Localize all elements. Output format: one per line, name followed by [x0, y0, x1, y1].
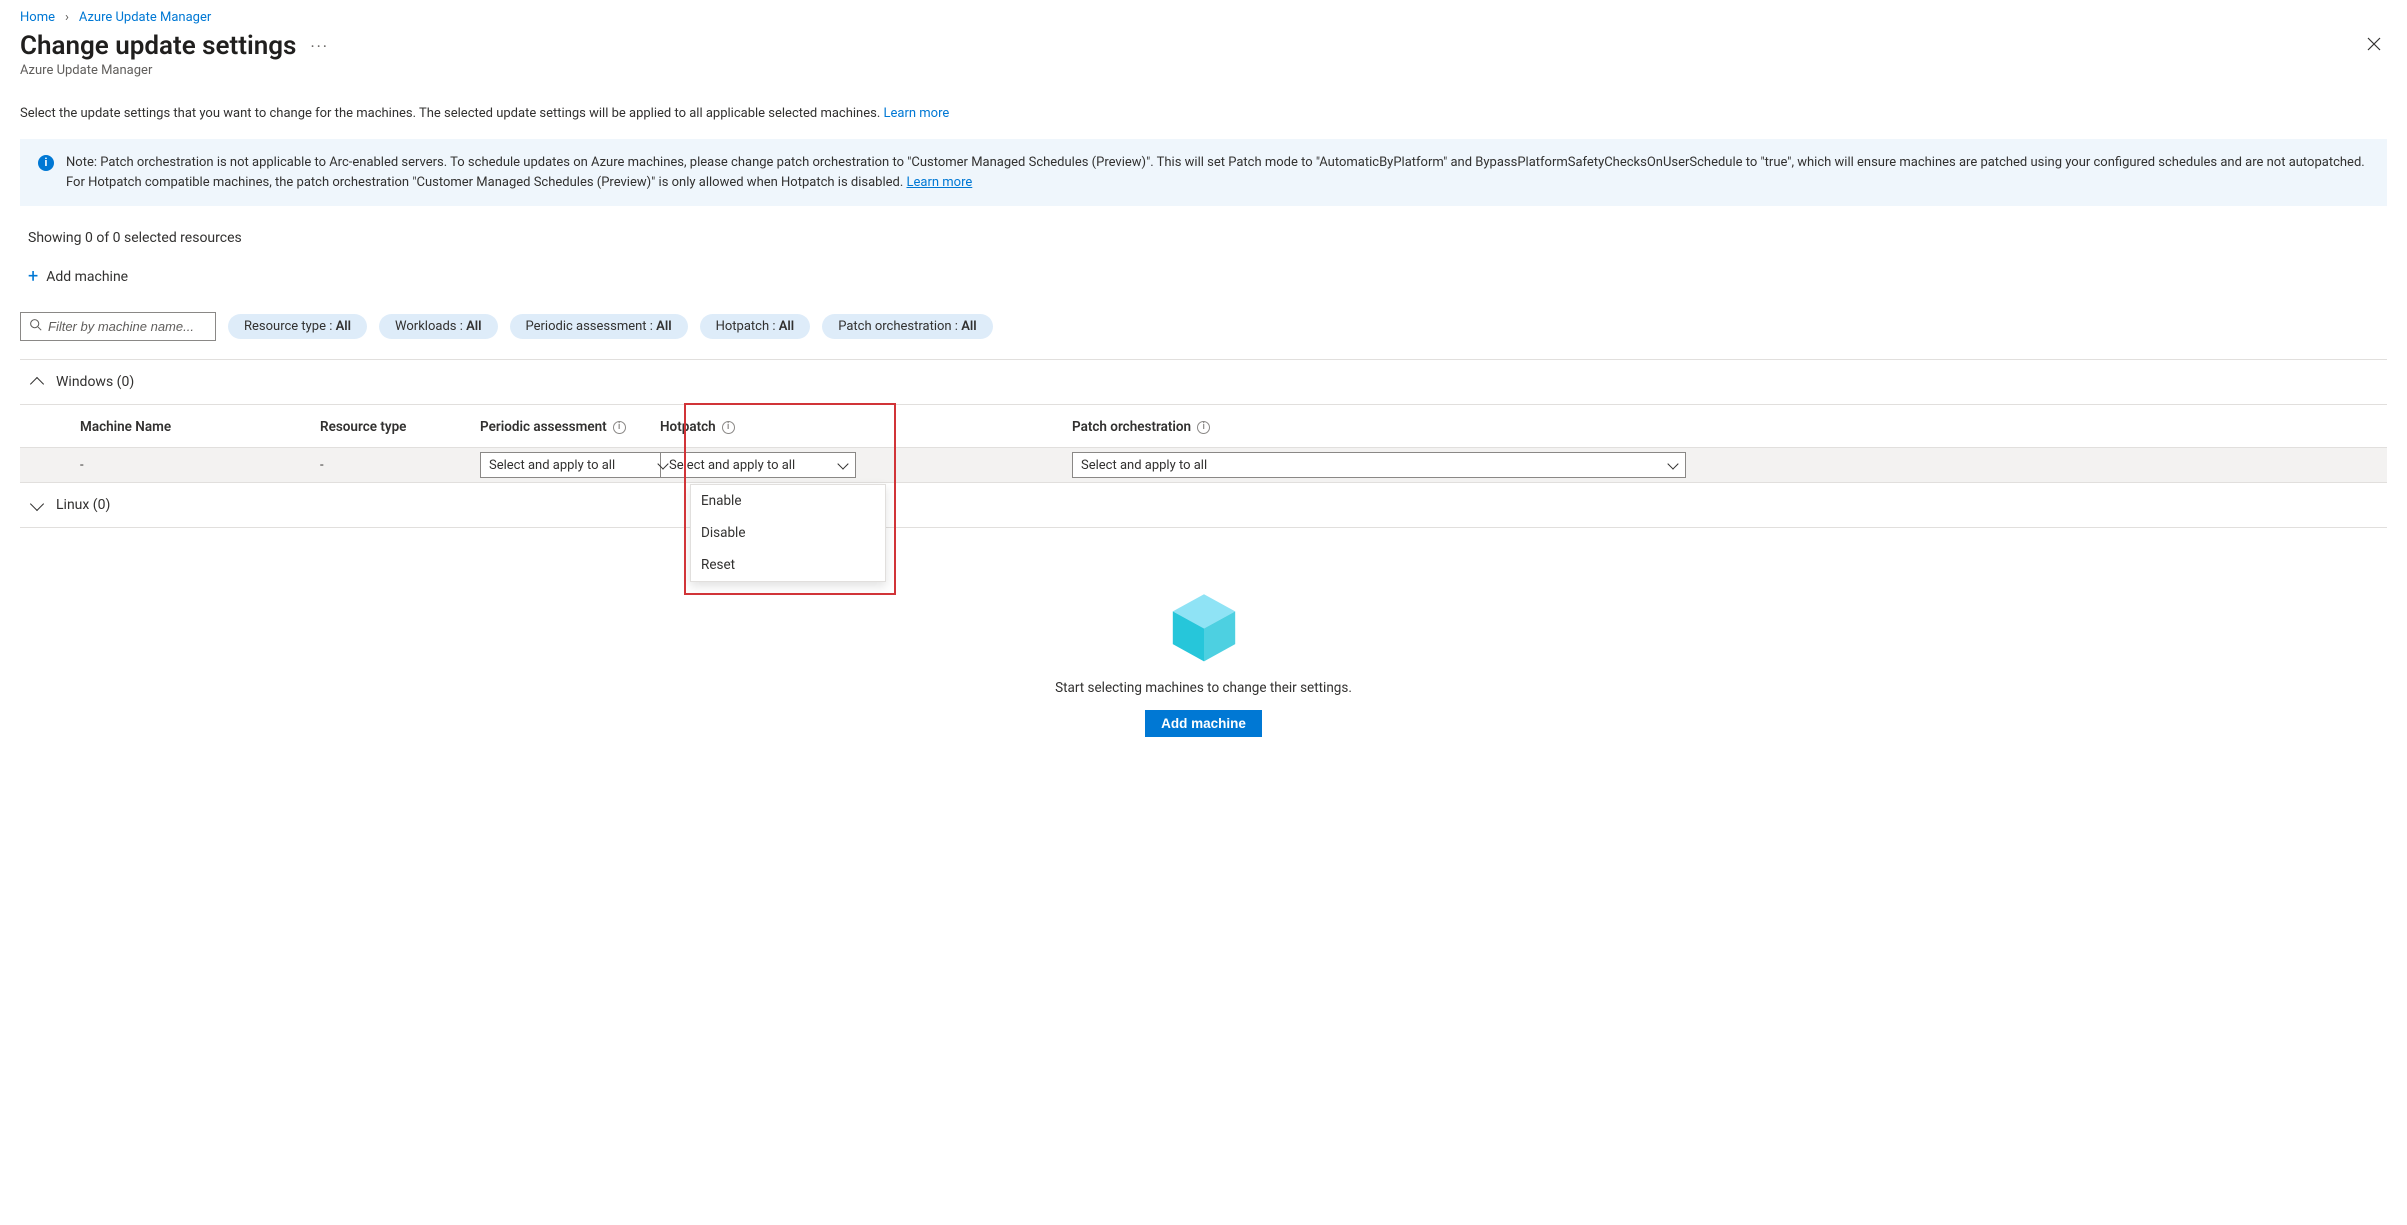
hotpatch-option-enable[interactable]: Enable: [691, 485, 885, 517]
add-machine-link[interactable]: + Add machine: [28, 268, 2387, 286]
page-description: Select the update settings that you want…: [20, 106, 2387, 121]
info-circle-icon: i: [613, 421, 626, 434]
search-input-wrap[interactable]: [20, 312, 216, 341]
cube-icon: [1165, 588, 1243, 666]
col-periodic: Periodic assessment i: [480, 419, 660, 435]
section-linux-header[interactable]: Linux (0): [20, 483, 2387, 528]
empty-state-text: Start selecting machines to change their…: [1055, 680, 1352, 696]
add-machine-button[interactable]: Add machine: [1145, 710, 1262, 737]
chevron-down-icon: [30, 496, 44, 510]
chevron-down-icon: [837, 458, 848, 469]
close-icon: [2367, 37, 2381, 51]
page-title: Change update settings: [20, 31, 296, 61]
search-icon: [29, 318, 42, 335]
filter-patch-orchestration[interactable]: Patch orchestration : All: [822, 314, 992, 339]
section-linux-label: Linux (0): [56, 497, 110, 513]
col-patch-orchestration: Patch orchestration i: [1072, 419, 2387, 435]
chevron-down-icon: [1667, 458, 1678, 469]
periodic-assessment-dropdown[interactable]: Select and apply to all: [480, 452, 676, 478]
filter-workloads[interactable]: Workloads : All: [379, 314, 497, 339]
cell-resource-type: -: [320, 458, 480, 473]
hotpatch-dropdown[interactable]: Select and apply to all: [660, 452, 856, 478]
breadcrumb-home[interactable]: Home: [20, 10, 55, 25]
info-circle-icon: i: [722, 421, 735, 434]
info-learn-more-link[interactable]: Learn more: [907, 175, 973, 190]
col-hotpatch: Hotpatch i: [660, 419, 866, 435]
col-machine-name: Machine Name: [80, 419, 320, 435]
table-row: - - Select and apply to all Select and a…: [20, 447, 2387, 483]
info-banner: i Note: Patch orchestration is not appli…: [20, 139, 2387, 206]
hotpatch-dropdown-menu: Enable Disable Reset: [690, 484, 886, 582]
section-windows-label: Windows (0): [56, 374, 134, 390]
empty-state: Start selecting machines to change their…: [20, 528, 2387, 737]
add-machine-label: Add machine: [46, 269, 128, 285]
filter-periodic-assessment[interactable]: Periodic assessment : All: [510, 314, 688, 339]
hotpatch-option-disable[interactable]: Disable: [691, 517, 885, 549]
section-windows-header[interactable]: Windows (0): [20, 360, 2387, 405]
info-circle-icon: i: [1197, 421, 1210, 434]
filter-resource-type[interactable]: Resource type : All: [228, 314, 367, 339]
breadcrumb-parent[interactable]: Azure Update Manager: [79, 10, 211, 25]
chevron-up-icon: [30, 376, 44, 390]
info-banner-text: Note: Patch orchestration is not applica…: [66, 155, 2365, 190]
hotpatch-option-reset[interactable]: Reset: [691, 549, 885, 581]
filter-row: Resource type : All Workloads : All Peri…: [20, 312, 2387, 341]
close-button[interactable]: [2361, 31, 2387, 60]
table-column-headers: Machine Name Resource type Periodic asse…: [20, 405, 2387, 447]
filter-hotpatch[interactable]: Hotpatch : All: [700, 314, 811, 339]
patch-orchestration-dropdown[interactable]: Select and apply to all: [1072, 452, 1686, 478]
page-subtitle: Azure Update Manager: [20, 63, 2387, 78]
search-input[interactable]: [48, 319, 226, 334]
info-icon: i: [38, 155, 54, 171]
showing-count: Showing 0 of 0 selected resources: [28, 230, 2387, 246]
breadcrumb-separator: ›: [65, 10, 69, 25]
col-resource-type: Resource type: [320, 419, 480, 435]
more-actions-button[interactable]: ···: [310, 37, 329, 56]
plus-icon: +: [28, 268, 38, 286]
windows-table: Machine Name Resource type Periodic asse…: [20, 405, 2387, 483]
cell-machine-name: -: [80, 458, 320, 473]
learn-more-link[interactable]: Learn more: [883, 106, 949, 121]
breadcrumb: Home › Azure Update Manager: [20, 10, 2387, 25]
